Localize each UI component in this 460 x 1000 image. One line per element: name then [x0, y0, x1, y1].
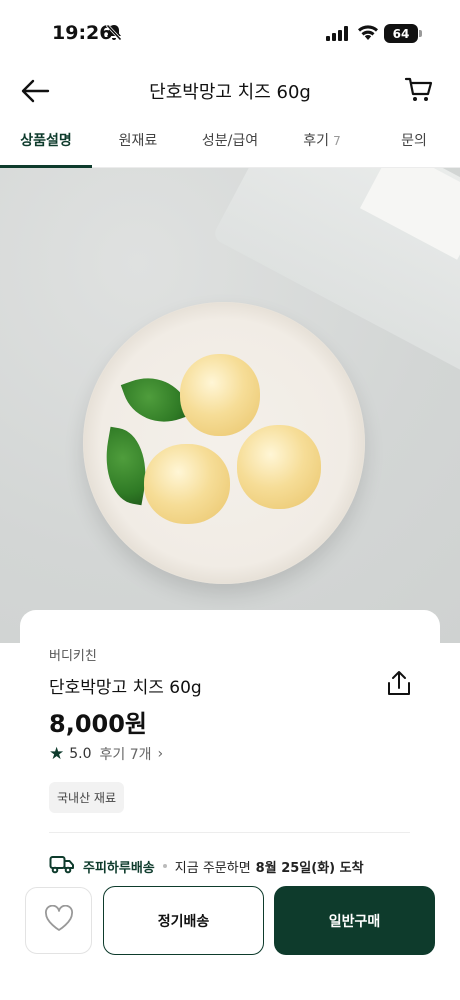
tab-review-count: 7 [333, 134, 341, 148]
delivery-date: 8월 25일(화) 도착 [255, 860, 364, 876]
rating-row[interactable]: ★ 5.0 후기 7개 › [49, 744, 163, 764]
status-time: 19:26 [52, 22, 113, 44]
delivery-prefix: 지금 주문하면 [174, 860, 251, 876]
chevron-right-icon: › [157, 746, 164, 762]
share-icon[interactable] [386, 670, 412, 702]
tab-ingredients[interactable]: 원재료 [92, 130, 184, 150]
product-price: 8,000원 [49, 710, 147, 738]
tab-label: 원재료 [118, 133, 158, 149]
cheese-ball [180, 354, 260, 436]
tab-label: 문의 [401, 133, 427, 149]
tab-nutrition[interactable]: 성분/급여 [184, 130, 276, 150]
tab-bar: 상품설명 원재료 성분/급여 후기 7 문의 [0, 118, 460, 168]
star-icon: ★ [49, 744, 65, 764]
bottom-action-bar: 정기배송 일반구매 [0, 876, 460, 1000]
divider [49, 832, 410, 833]
tab-description[interactable]: 상품설명 [0, 130, 92, 150]
product-image [0, 168, 460, 643]
tab-inquiry[interactable]: 문의 [368, 130, 460, 150]
delivery-info: 주피하루배송 지금 주문하면 8월 25일(화) 도착 [49, 854, 364, 878]
cheese-ball [144, 444, 230, 524]
battery-tip [419, 30, 422, 37]
rating-value: 5.0 [69, 746, 92, 762]
origin-badge: 국내산 재료 [49, 782, 125, 813]
tab-label: 상품설명 [20, 133, 72, 149]
signal-icon [326, 26, 350, 45]
truck-icon [49, 854, 75, 878]
wifi-icon [357, 24, 379, 45]
brand-name[interactable]: 버디키친 [49, 645, 97, 664]
delivery-name: 주피하루배송 [83, 860, 155, 876]
product-name: 단호박망고 치즈 60g [49, 678, 202, 698]
separator-dot [162, 864, 167, 868]
buy-button[interactable]: 일반구매 [274, 886, 435, 955]
product-info-card: 버디키친 단호박망고 치즈 60g 8,000원 ★ 5.0 후기 7개 › 국… [20, 610, 440, 900]
review-count: 후기 7개 [99, 747, 152, 763]
tab-reviews[interactable]: 후기 7 [276, 130, 368, 150]
app-header: 단호박망고 치즈 60g [0, 66, 460, 116]
status-bar: 19:26 64 [0, 0, 460, 66]
tab-label: 후기 [303, 133, 330, 149]
battery-icon: 64 [384, 24, 418, 43]
cart-icon[interactable] [404, 76, 434, 108]
tab-label: 성분/급여 [201, 133, 259, 149]
page-title: 단호박망고 치즈 60g [149, 82, 311, 103]
heart-icon [44, 904, 74, 936]
cheese-ball [237, 425, 321, 509]
wishlist-button[interactable] [25, 887, 92, 954]
subscription-button[interactable]: 정기배송 [103, 886, 264, 955]
bell-muted-icon [105, 23, 123, 45]
